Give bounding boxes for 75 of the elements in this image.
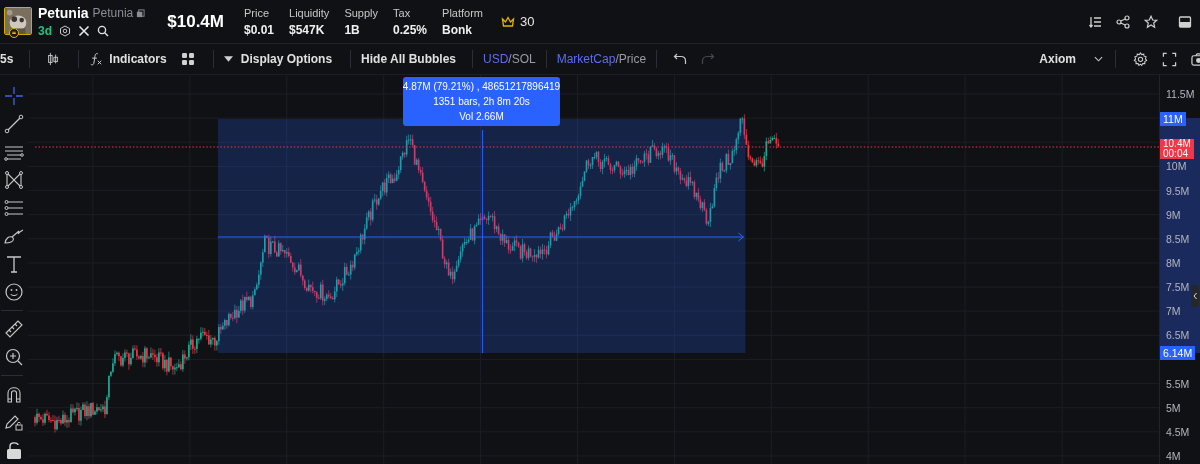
collapse-handle-icon[interactable] [1191, 285, 1199, 307]
currency-option[interactable]: SOL [511, 52, 536, 66]
fullscreen-icon[interactable] [1162, 51, 1177, 67]
axis-tick: 5.5M [1166, 377, 1190, 390]
search-icon[interactable] [97, 25, 109, 37]
token-age: 3d [38, 24, 52, 38]
stat-label: Price [244, 6, 271, 19]
axis-tick: 6.5M [1166, 329, 1190, 342]
axis-tick: 8.5M [1166, 232, 1190, 245]
token-name: Petunia [38, 5, 89, 21]
interval-button[interactable]: 5s [0, 52, 20, 66]
axis-tick: 9M [1166, 208, 1181, 221]
trend-line-icon[interactable] [4, 114, 24, 134]
copy-icon[interactable] [136, 8, 146, 18]
function-icon [89, 52, 104, 66]
chevron-icon [1094, 56, 1103, 62]
crosshair-icon[interactable] [4, 86, 24, 106]
star-icon[interactable] [1144, 14, 1158, 29]
axis-tick: 10M [1166, 160, 1187, 173]
axis-tick: 4M [1166, 449, 1181, 462]
caret-icon [223, 56, 233, 62]
axis-tick: 7.5M [1166, 281, 1190, 294]
stat-value: 0.25% [393, 22, 428, 37]
market-cap: $10.4M [167, 11, 224, 32]
badge-icon [9, 27, 19, 38]
token-ticker: Petunia [92, 6, 134, 20]
stat-label: Liquidity [289, 6, 330, 19]
crown-icon [501, 15, 515, 28]
stat-label: Platform [442, 6, 483, 19]
countdown: 00:04 [1163, 149, 1190, 159]
axis-tick: 9.5M [1166, 184, 1190, 197]
ruler-icon[interactable] [4, 319, 24, 339]
hide-bubbles-button[interactable]: Hide All Bubbles [361, 52, 462, 66]
stat-value: 1B [344, 22, 361, 37]
axis-tick: 11.5M [1166, 88, 1195, 100]
x-logo-icon[interactable] [78, 25, 90, 37]
smiley-icon[interactable] [4, 282, 24, 302]
metric-option[interactable]: Price [618, 52, 647, 66]
undo-icon[interactable] [673, 52, 688, 66]
stat-value: Bonk [442, 22, 474, 37]
axis-tick: 4.5M [1166, 425, 1190, 438]
tooltip-line: 4.87M (79.21%) , 48651217896419 [402, 81, 561, 92]
metric-option[interactable]: MarketCap [556, 52, 616, 66]
settings-icon[interactable] [1133, 51, 1148, 67]
panel-icon[interactable] [1178, 14, 1192, 29]
axis-tick: 7M [1166, 305, 1181, 318]
axis-tick: 8M [1166, 256, 1181, 269]
tooltip-line: 1351 bars, 2h 8m 20s [433, 96, 530, 107]
tooltip-line: Vol 2.66M [459, 111, 504, 122]
axis-tick: 5M [1166, 401, 1181, 414]
stat-label: Supply [344, 6, 378, 19]
pattern-icon[interactable] [4, 170, 24, 190]
indicators-button[interactable]: Indicators [89, 52, 175, 66]
candles-icon[interactable] [46, 52, 61, 66]
zoom-in-icon[interactable] [4, 347, 24, 367]
stat-value: $0.01 [244, 22, 274, 37]
stat-label: Tax [393, 6, 412, 19]
crown-count: 30 [520, 14, 535, 29]
fib-levels-icon[interactable] [4, 198, 24, 218]
slash: / [508, 52, 512, 66]
currency-option[interactable]: USD [483, 52, 509, 66]
text-tool-icon[interactable] [4, 254, 24, 274]
stat-value: $547K [289, 22, 326, 37]
layout-dropdown[interactable]: Axiom [1039, 52, 1105, 66]
range-low-label: 6.14M [1160, 346, 1196, 360]
share-icon[interactable] [1116, 14, 1130, 29]
hexagon-icon[interactable] [59, 25, 71, 37]
last-price: 10.4M [1163, 139, 1191, 149]
grid-icon[interactable] [180, 52, 195, 66]
lock-icon[interactable] [4, 440, 24, 460]
range-high-label: 11M [1160, 112, 1186, 126]
sort-list-icon[interactable] [1088, 14, 1102, 29]
magnet-icon[interactable] [4, 384, 24, 404]
display-options-button[interactable]: Display Options [223, 52, 341, 66]
slash: / [615, 52, 619, 66]
